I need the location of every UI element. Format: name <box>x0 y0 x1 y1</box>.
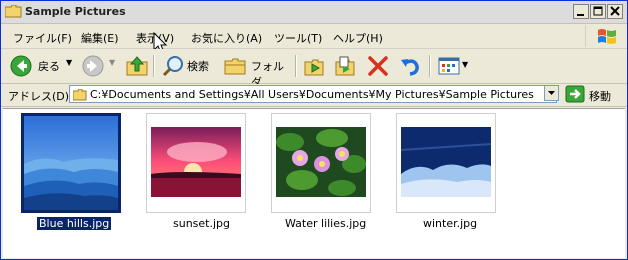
back-button[interactable]: 戻る ▼ <box>7 53 75 79</box>
menu-favorites[interactable]: お気に入り(A) <box>191 30 262 46</box>
folders-button[interactable]: フォルダ <box>221 53 291 89</box>
views-dropdown-icon[interactable]: ▼ <box>462 60 468 69</box>
toolbar-separator <box>295 55 297 77</box>
windows-flag-icon <box>598 29 616 44</box>
address-label: アドレス(D) <box>8 90 70 103</box>
menu-file[interactable]: ファイル(F) <box>13 30 72 46</box>
undo-button[interactable] <box>397 53 423 79</box>
copy-to-button[interactable] <box>332 53 358 79</box>
toolbar-separator <box>153 55 155 77</box>
move-to-icon <box>304 59 324 76</box>
menu-help[interactable]: ヘルプ(H) <box>333 30 383 46</box>
up-folder-icon <box>126 56 148 76</box>
file-name[interactable]: Water lilies.jpg <box>285 217 366 230</box>
menu-bar: ファイル(F) 編集(E) 表示(V) お気に入り(A) ツール(T) ヘルプ(… <box>1 24 627 54</box>
winter-image <box>397 114 495 212</box>
windows-logo <box>585 25 626 47</box>
thumbnail-winter[interactable] <box>396 113 496 213</box>
window-title: Sample Pictures <box>25 5 126 18</box>
title-bar[interactable]: Sample Pictures <box>1 1 627 24</box>
back-label: 戻る <box>38 60 60 73</box>
water-lilies-image <box>272 114 370 212</box>
delete-x-icon <box>368 56 388 76</box>
address-path: C:¥Documents and Settings¥All Users¥Docu… <box>90 88 534 101</box>
undo-icon <box>401 59 419 76</box>
thumbnail-water-lilies[interactable] <box>271 113 371 213</box>
minimize-icon <box>577 14 584 16</box>
search-icon <box>162 56 183 77</box>
menu-tools[interactable]: ツール(T) <box>274 30 322 46</box>
delete-button[interactable] <box>365 53 391 79</box>
explorer-window: Sample Pictures ファイル(F) 編集(E) 表示(V) お気に入… <box>0 0 628 260</box>
maximize-button[interactable] <box>590 4 606 19</box>
thumbnail-blue-hills[interactable] <box>21 113 121 213</box>
thumbnail-sunset[interactable] <box>146 113 246 213</box>
back-arrow-icon <box>10 55 32 77</box>
go-arrow-icon[interactable] <box>565 85 585 103</box>
views-button[interactable]: ▼ <box>435 53 469 79</box>
views-icon <box>438 57 460 75</box>
menu-edit[interactable]: 編集(E) <box>81 30 119 46</box>
forward-dropdown-icon[interactable]: ▼ <box>109 58 115 67</box>
copy-to-icon <box>335 56 355 76</box>
file-name[interactable]: sunset.jpg <box>173 217 230 230</box>
move-to-button[interactable] <box>302 53 328 79</box>
minimize-button[interactable] <box>573 4 589 19</box>
search-label: 検索 <box>187 60 209 73</box>
file-view[interactable]: Blue hills.jpg sunset.jpg Water lilies.j… <box>3 108 625 258</box>
close-button[interactable] <box>607 4 623 19</box>
toolbar-separator <box>429 55 431 77</box>
forward-arrow-icon <box>82 55 104 77</box>
up-folder-button[interactable] <box>124 53 150 79</box>
folder-icon <box>5 5 22 18</box>
close-icon <box>610 6 620 16</box>
forward-button[interactable]: ▼ <box>79 53 121 79</box>
folders-icon <box>224 58 246 75</box>
sunset-image <box>147 114 245 212</box>
address-bar: アドレス(D) C:¥Documents and Settings¥All Us… <box>1 84 627 107</box>
address-input[interactable]: C:¥Documents and Settings¥All Users¥Docu… <box>69 85 557 103</box>
blue-hills-image <box>24 116 118 210</box>
address-dropdown-button[interactable] <box>544 85 559 101</box>
chevron-down-icon <box>548 91 555 95</box>
standard-toolbar: 戻る ▼ ▼ 検索 フォルダ ▼ <box>1 49 627 89</box>
file-name[interactable]: winter.jpg <box>423 217 477 230</box>
go-button[interactable]: 移動 <box>589 88 611 104</box>
search-button[interactable]: 検索 <box>159 53 219 79</box>
maximize-icon <box>593 6 603 16</box>
folder-icon <box>73 89 87 101</box>
back-dropdown-icon[interactable]: ▼ <box>66 58 72 67</box>
file-name[interactable]: Blue hills.jpg <box>35 216 113 231</box>
